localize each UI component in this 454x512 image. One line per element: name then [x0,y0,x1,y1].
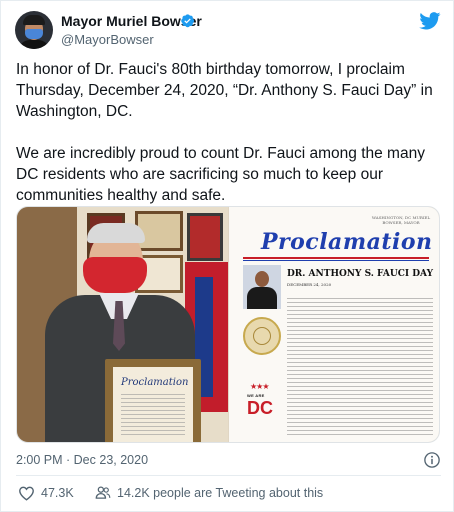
verified-badge-icon [181,14,195,28]
people-icon[interactable] [94,484,112,501]
document-divider [243,257,429,259]
mayor-portrait [243,265,281,309]
tweet-paragraph: We are incredibly proud to count Dr. Fau… [16,145,425,204]
avatar[interactable] [15,11,53,49]
tweet-timestamp[interactable]: 2:00 PM · Dec 23, 2020 [16,453,148,467]
framed-proclamation-text [121,391,185,435]
tweet-paragraph: In honor of Dr. Fauci's 80th birthday to… [16,61,433,120]
heart-icon[interactable] [18,485,35,501]
wall-frame [187,213,223,261]
avatar-mask [25,29,43,39]
person-hair [87,223,145,243]
people-tweeting-count[interactable]: 14.2K people are Tweeting about this [117,486,323,500]
dc-stars-icon: ★★★ [250,382,269,391]
we-are-dc-logo: ★★★ WE ARE DC [245,382,279,422]
tweet-text: In honor of Dr. Fauci's 80th birthday to… [16,59,441,206]
seal-ring [253,327,271,345]
avatar-shoulders [18,40,50,49]
proclamation-document[interactable]: WASHINGTON, DC MURIEL BOWSER, MAYOR Proc… [228,207,439,442]
document-title: Proclamation [261,229,433,255]
fauci-photo[interactable]: Proclamation [17,207,228,442]
author-handle[interactable]: @MayorBowser [61,32,154,47]
avatar-hair [23,15,45,25]
document-office-header: WASHINGTON, DC MURIEL BOWSER, MAYOR [371,215,431,225]
portrait-body [247,287,277,309]
document-divider [243,260,429,261]
dc-label: DC [247,398,273,418]
info-icon[interactable] [423,451,441,469]
tweet-card: Mayor Muriel Bowser @MayorBowser In hono… [0,0,454,512]
twitter-logo-icon[interactable] [419,12,441,30]
document-date: DECEMBER 24, 2020 [287,282,332,287]
like-count[interactable]: 47.3K [41,486,74,500]
document-heading: DR. ANTHONY S. FAUCI DAY [287,269,433,279]
tweet-media[interactable]: Proclamation WASHINGTON, DC MURIEL BOWSE… [16,206,440,443]
dc-seal-icon [243,317,281,355]
divider [16,475,441,476]
framed-proclamation-title: Proclamation [121,377,189,388]
nationals-face-mask [83,257,147,293]
document-body-text [287,295,433,437]
portrait-face [255,271,269,287]
